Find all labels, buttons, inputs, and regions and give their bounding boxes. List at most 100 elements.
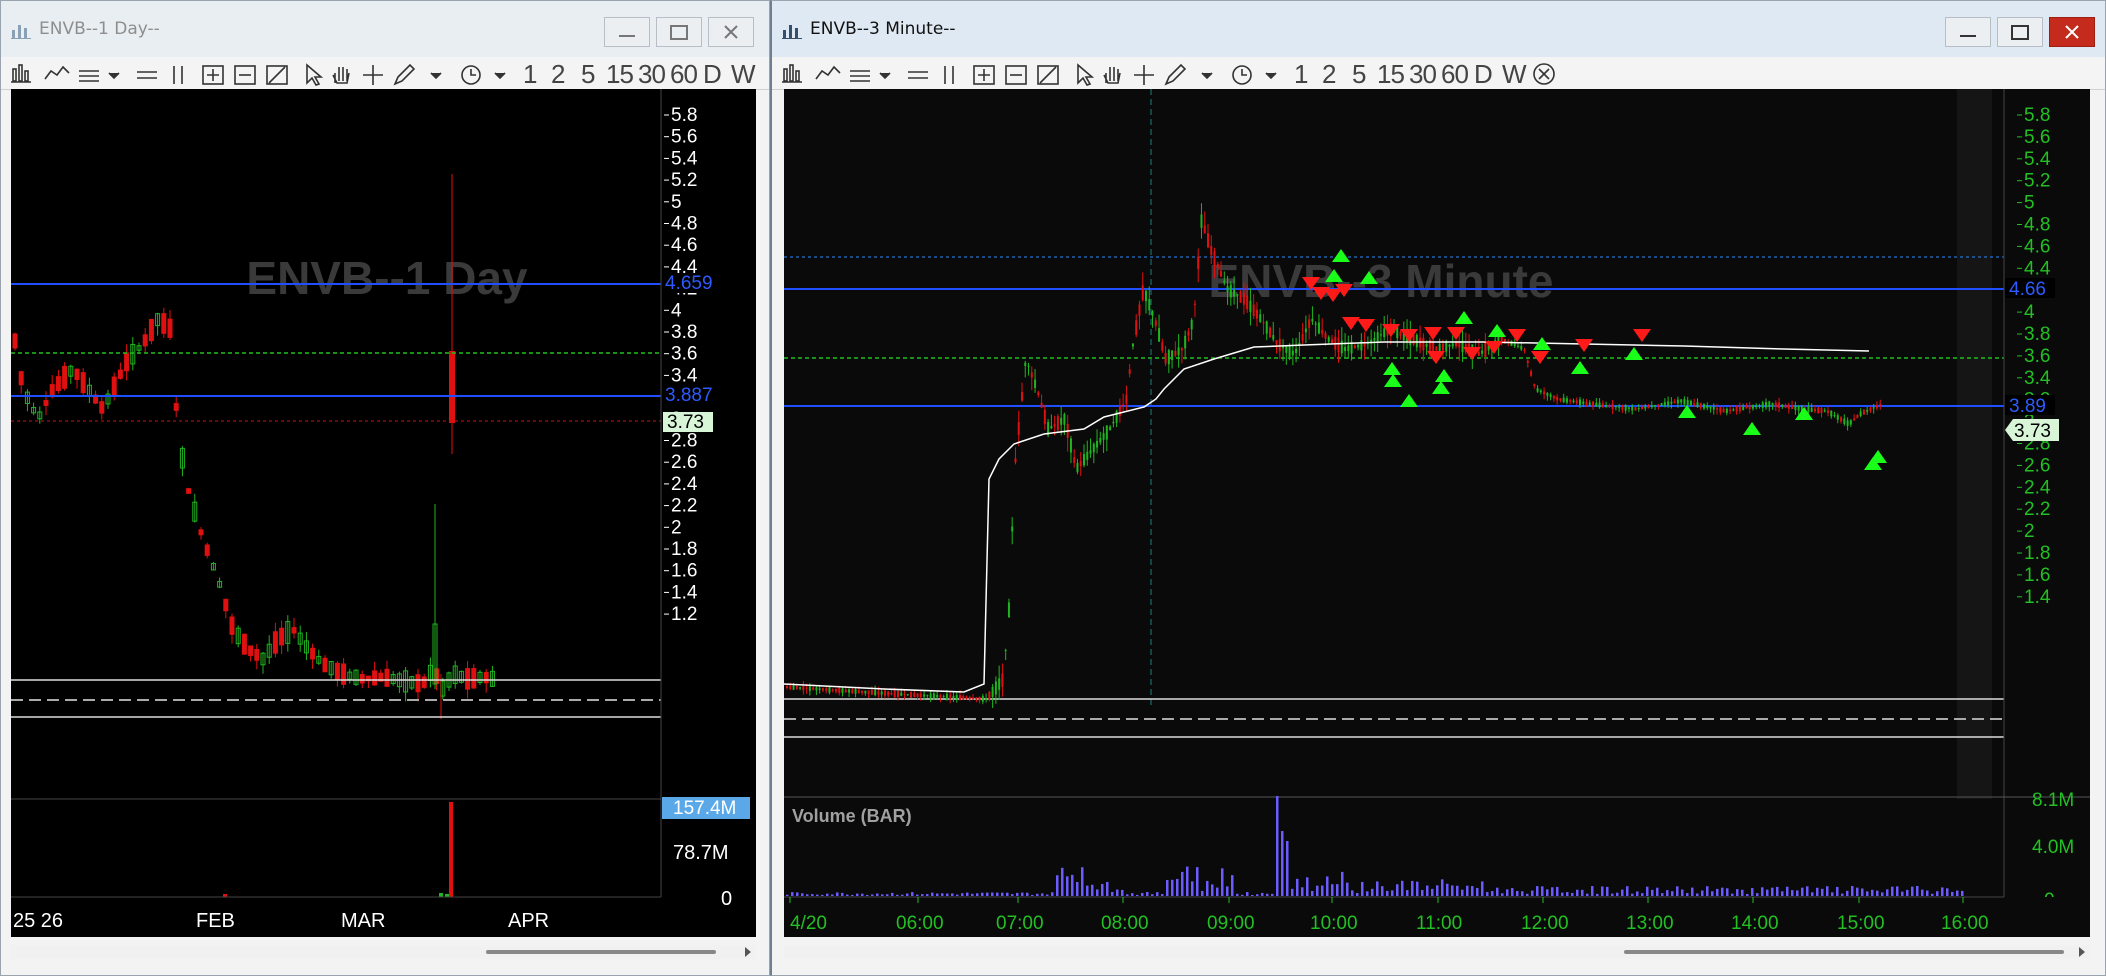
volume-bar — [921, 894, 924, 896]
time-axis[interactable] — [11, 897, 661, 937]
candle-body — [1654, 404, 1657, 407]
candle-body — [802, 685, 805, 691]
interval-30-button[interactable]: 30 — [638, 59, 666, 90]
volume-bar — [1011, 894, 1014, 896]
volume-bar — [1206, 880, 1209, 896]
intraday-scroll-thumb[interactable] — [1624, 950, 2064, 954]
interval-60-button[interactable]: 60 — [1441, 59, 1469, 90]
candle-body — [1435, 346, 1438, 351]
interval-60-button[interactable]: 60 — [670, 59, 698, 90]
line-chart-icon[interactable] — [44, 65, 70, 80]
chevron-down-icon[interactable] — [430, 72, 442, 80]
daily-window-titlebar[interactable]: ENVB--1 Day-- — [1, 1, 769, 57]
volume-bar — [1646, 886, 1649, 896]
intraday-chart-svg[interactable]: ENVB--3 Minute 5.85.65.45.254.84.64.44.2… — [783, 89, 2090, 937]
volume-bar — [1576, 889, 1579, 896]
minimize-button[interactable] — [1945, 17, 1991, 47]
horizontal-lines-icon[interactable] — [908, 71, 928, 79]
line-chart-icon[interactable] — [815, 65, 841, 80]
interval-2-button[interactable]: 2 — [1322, 59, 1337, 90]
chevron-right-icon[interactable] — [2076, 946, 2088, 958]
daily-price-axis[interactable]: 5.85.65.45.254.84.64.44.243.83.63.43.232… — [664, 105, 698, 625]
zoom-out-icon[interactable] — [1005, 65, 1027, 85]
volume-bar — [1426, 885, 1429, 896]
interval-week-button[interactable]: W — [731, 59, 756, 90]
zoom-in-icon[interactable] — [202, 65, 224, 85]
intraday-horizontal-scrollbar[interactable] — [784, 945, 2090, 959]
daily-scroll-thumb[interactable] — [486, 950, 716, 954]
interval-1-button[interactable]: 1 — [1294, 59, 1309, 90]
volume-bar — [1951, 891, 1954, 896]
vertical-lines-icon[interactable] — [944, 66, 954, 84]
zoom-in-icon[interactable] — [973, 65, 995, 85]
chevron-down-icon[interactable] — [1265, 72, 1277, 80]
candle-body — [1445, 341, 1448, 352]
candle-body — [1598, 402, 1601, 408]
volume-bar — [1046, 894, 1049, 896]
volume-bar — [1516, 890, 1519, 896]
close-circle-icon[interactable] — [1532, 62, 1556, 86]
chevron-down-icon[interactable] — [879, 72, 891, 80]
hand-icon[interactable] — [1103, 67, 1121, 84]
horizontal-lines-icon[interactable] — [137, 71, 157, 79]
zoom-fit-icon[interactable] — [1037, 65, 1059, 85]
candle-body — [1536, 388, 1539, 392]
close-button[interactable] — [708, 17, 754, 47]
pencil-icon[interactable] — [1164, 63, 1187, 86]
pencil-icon[interactable] — [393, 63, 416, 86]
chevron-down-icon[interactable] — [1201, 72, 1213, 80]
volume-bar — [1001, 892, 1004, 896]
hand-icon[interactable] — [332, 67, 350, 84]
interval-2-button[interactable]: 2 — [551, 59, 566, 90]
interval-15-button[interactable]: 15 — [1377, 59, 1405, 90]
pointer-icon[interactable] — [1077, 63, 1095, 86]
interval-week-button[interactable]: W — [1502, 59, 1527, 90]
crosshair-icon[interactable] — [1134, 65, 1154, 85]
volume-bar — [1291, 888, 1294, 896]
time-label: 4/20 — [790, 913, 827, 934]
interval-15-button[interactable]: 15 — [606, 59, 634, 90]
vertical-lines-icon[interactable] — [173, 66, 183, 84]
indicator-icon[interactable] — [850, 70, 870, 82]
candle-body — [223, 598, 229, 612]
candle-body — [1827, 410, 1830, 414]
interval-5-button[interactable]: 5 — [1352, 59, 1367, 90]
candle-body — [906, 694, 909, 696]
chevron-down-icon[interactable] — [108, 72, 120, 80]
volume-bar — [1251, 894, 1254, 896]
interval-30-button[interactable]: 30 — [1409, 59, 1437, 90]
maximize-button[interactable] — [1997, 17, 2043, 47]
close-button[interactable] — [2049, 17, 2095, 47]
intraday-chart-area[interactable]: ENVB--3 Minute 5.85.65.45.254.84.64.44.2… — [783, 89, 2090, 937]
maximize-button[interactable] — [656, 17, 702, 47]
daily-chart-svg[interactable]: ENVB--1 Day 5.85.65.45.254.84.64.44.243.… — [11, 89, 756, 937]
volume-bar — [1091, 884, 1094, 896]
candle-body — [919, 693, 922, 698]
chevron-right-icon[interactable] — [742, 946, 754, 958]
candle-body — [1324, 332, 1327, 339]
crosshair-icon[interactable] — [363, 65, 383, 85]
clock-icon[interactable] — [461, 65, 481, 85]
pointer-icon[interactable] — [306, 63, 324, 86]
zoom-fit-icon[interactable] — [266, 65, 288, 85]
candle-body — [1650, 405, 1653, 408]
minimize-button[interactable] — [604, 17, 650, 47]
candle-body — [1347, 345, 1350, 352]
daily-chart-area[interactable]: ENVB--1 Day 5.85.65.45.254.84.64.44.243.… — [11, 89, 756, 937]
interval-day-button[interactable]: D — [703, 59, 722, 90]
indicator-icon[interactable] — [79, 70, 99, 82]
bar-chart-icon[interactable] — [11, 64, 31, 83]
interval-day-button[interactable]: D — [1474, 59, 1493, 90]
candle-body — [1706, 405, 1709, 409]
bar-chart-icon[interactable] — [782, 64, 802, 83]
interval-1-button[interactable]: 1 — [523, 59, 538, 90]
candle-body — [1246, 295, 1249, 310]
clock-icon[interactable] — [1232, 65, 1252, 85]
volume-bar — [1721, 887, 1724, 896]
candle-body — [1213, 251, 1216, 266]
chevron-down-icon[interactable] — [494, 72, 506, 80]
interval-5-button[interactable]: 5 — [581, 59, 596, 90]
daily-horizontal-scrollbar[interactable] — [11, 945, 756, 959]
zoom-out-icon[interactable] — [234, 65, 256, 85]
intraday-window-titlebar[interactable]: ENVB--3 Minute-- — [772, 1, 2105, 57]
